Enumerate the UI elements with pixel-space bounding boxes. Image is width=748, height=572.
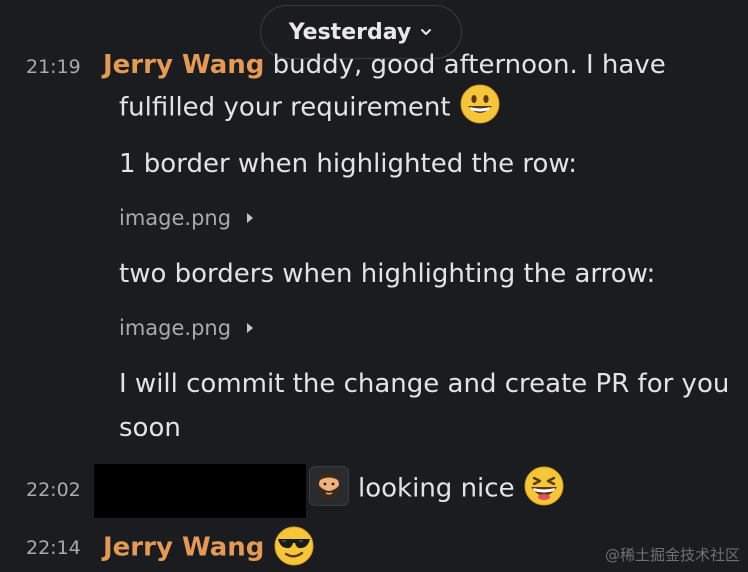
message-timestamp[interactable]: 22:14	[26, 537, 81, 559]
message-second-line: fulfilled your requirement	[119, 84, 501, 125]
message-text: looking nice	[358, 473, 515, 504]
redacted-author	[94, 464, 306, 518]
avatar[interactable]	[309, 466, 349, 506]
message-first-line: Jerry Wang buddy, good afternoon. I have	[103, 50, 666, 80]
message-text: two borders when highlighting the arrow:	[119, 259, 656, 289]
date-divider-label: Yesterday	[288, 19, 412, 45]
message-text: buddy, good afternoon. I have	[272, 50, 666, 80]
message-text: fulfilled your requirement	[119, 92, 451, 123]
watermark: @稀土掘金技术社区	[604, 546, 740, 564]
attachment-toggle[interactable]: image.png	[119, 206, 255, 230]
sunglasses-face-icon	[274, 526, 314, 566]
message-text: 1 border when highlighted the row:	[119, 149, 578, 179]
author-name[interactable]: Jerry Wang	[103, 533, 264, 563]
message-line: looking nice	[358, 466, 565, 507]
message-text: I will commit the change and create PR f…	[119, 369, 730, 399]
caret-right-icon	[247, 323, 254, 333]
author-name[interactable]: Jerry Wang	[103, 50, 264, 80]
message-text: soon	[119, 413, 181, 443]
caret-right-icon	[247, 213, 254, 223]
attachment-name: image.png	[119, 206, 232, 230]
message-timestamp[interactable]: 22:02	[26, 479, 81, 501]
message-timestamp[interactable]: 21:19	[26, 56, 81, 78]
chat-view: Yesterday 21:19 Jerry Wang buddy, good a…	[0, 0, 748, 572]
bearded-man-icon	[319, 473, 339, 499]
chevron-down-icon	[421, 29, 432, 35]
grinning-face-icon	[460, 84, 500, 124]
attachment-toggle[interactable]: image.png	[119, 316, 255, 340]
attachment-name: image.png	[119, 316, 232, 340]
grinning-squinting-face-icon	[524, 466, 564, 506]
message-line: Jerry Wang	[103, 526, 315, 567]
